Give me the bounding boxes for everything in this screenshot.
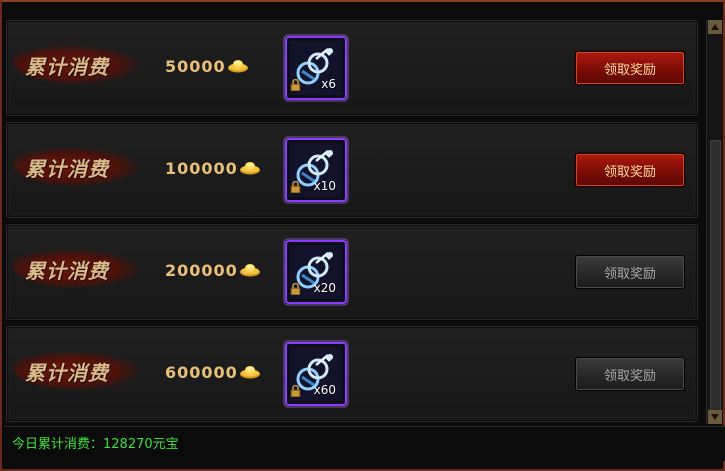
reward-panel: 累计消费 50000 x6 领取奖励 累计消费 100000 x10 领取奖励 … bbox=[0, 0, 725, 471]
lock-icon bbox=[290, 178, 301, 197]
scroll-up-arrow-icon[interactable] bbox=[708, 20, 722, 34]
today-consumption-value: 128270 bbox=[103, 437, 153, 452]
row-label: 累计消费 bbox=[25, 55, 109, 79]
scroll-thumb[interactable] bbox=[710, 140, 721, 418]
reward-item[interactable]: x20 bbox=[282, 237, 350, 307]
reward-item[interactable]: x60 bbox=[282, 339, 350, 409]
reward-item[interactable]: x10 bbox=[282, 135, 350, 205]
footer-bar: 今日累计消费：128270元宝 bbox=[4, 426, 725, 461]
row-label: 累计消费 bbox=[25, 259, 109, 283]
item-count: x6 bbox=[321, 77, 336, 91]
today-consumption-text: 今日累计消费：128270元宝 bbox=[12, 433, 179, 452]
reward-row: 累计消费 200000 x20 领取奖励 bbox=[6, 224, 698, 320]
item-count: x10 bbox=[313, 179, 336, 193]
row-label: 累计消费 bbox=[25, 361, 109, 385]
reward-row: 累计消费 50000 x6 领取奖励 bbox=[6, 20, 698, 116]
reward-item[interactable]: x6 bbox=[282, 33, 350, 103]
amount-value: 100000 bbox=[165, 159, 261, 179]
lock-icon bbox=[290, 76, 301, 95]
amount-number: 100000 bbox=[165, 159, 238, 178]
amount-value: 50000 bbox=[165, 57, 249, 77]
item-count: x60 bbox=[313, 383, 336, 397]
claim-reward-button[interactable]: 领取奖励 bbox=[575, 357, 685, 391]
item-count: x20 bbox=[313, 281, 336, 295]
gold-ingot-icon bbox=[227, 58, 249, 77]
row-label: 累计消费 bbox=[25, 157, 109, 181]
reward-list: 累计消费 50000 x6 领取奖励 累计消费 100000 x10 领取奖励 … bbox=[6, 20, 704, 422]
amount-number: 50000 bbox=[165, 57, 226, 76]
claim-reward-button[interactable]: 领取奖励 bbox=[575, 51, 685, 85]
amount-value: 200000 bbox=[165, 261, 261, 281]
today-consumption-label: 今日累计消费： bbox=[12, 437, 104, 452]
vertical-scrollbar[interactable] bbox=[706, 20, 723, 424]
gold-ingot-icon bbox=[239, 262, 261, 281]
reward-row: 累计消费 600000 x60 领取奖励 bbox=[6, 326, 698, 422]
today-consumption-unit: 元宝 bbox=[152, 437, 179, 452]
lock-icon bbox=[290, 382, 301, 401]
claim-reward-button[interactable]: 领取奖励 bbox=[575, 255, 685, 289]
claim-reward-button[interactable]: 领取奖励 bbox=[575, 153, 685, 187]
amount-number: 200000 bbox=[165, 261, 238, 280]
gold-ingot-icon bbox=[239, 364, 261, 383]
lock-icon bbox=[290, 280, 301, 299]
reward-row: 累计消费 100000 x10 领取奖励 bbox=[6, 122, 698, 218]
amount-number: 600000 bbox=[165, 363, 238, 382]
gold-ingot-icon bbox=[239, 160, 261, 179]
scroll-down-arrow-icon[interactable] bbox=[708, 410, 722, 424]
amount-value: 600000 bbox=[165, 363, 261, 383]
